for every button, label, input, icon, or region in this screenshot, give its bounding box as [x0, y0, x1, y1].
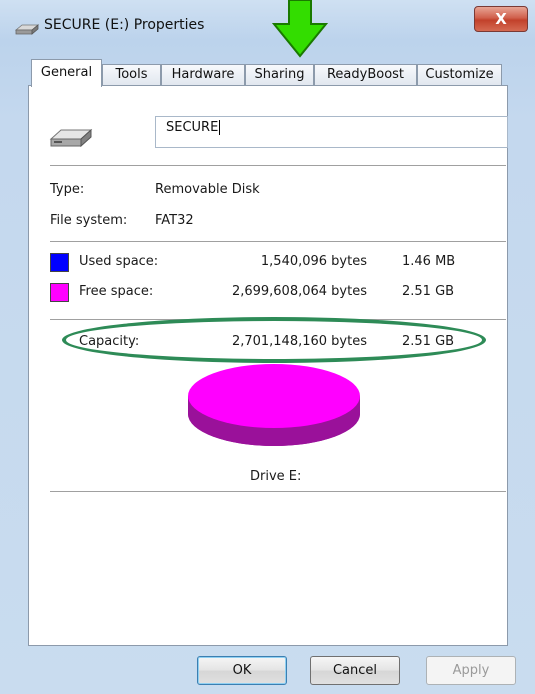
tab-label: Hardware	[171, 67, 235, 82]
free-space-bytes: 2,699,608,064 bytes	[231, 284, 367, 299]
used-space-size: 1.46 MB	[402, 254, 456, 269]
apply-button[interactable]: Apply	[426, 656, 516, 685]
disk-usage-pie	[188, 364, 360, 446]
cancel-button[interactable]: Cancel	[310, 656, 400, 685]
used-space-swatch	[50, 253, 69, 272]
type-value: Removable Disk	[155, 182, 260, 197]
used-space-bytes: 1,540,096 bytes	[260, 254, 367, 269]
title-bar[interactable]: SECURE (E:) Properties X	[0, 0, 535, 54]
type-label: Type:	[50, 182, 85, 197]
tab-label: General	[40, 65, 93, 80]
free-space-swatch	[50, 283, 69, 302]
used-space-label: Used space:	[79, 254, 159, 269]
tab-label: Customize	[425, 67, 494, 82]
drive-caption: Drive E:	[250, 469, 302, 484]
separator	[50, 491, 506, 492]
volume-label-text: SECURE	[166, 120, 219, 135]
close-icon: X	[495, 10, 507, 28]
tab-label: Tools	[115, 67, 148, 82]
tab-hardware[interactable]: Hardware	[161, 64, 245, 85]
pie-free-slice	[188, 364, 360, 428]
filesystem-label: File system:	[50, 213, 128, 228]
filesystem-value: FAT32	[155, 213, 194, 228]
general-tab-panel: SECURE Type: Removable Disk File system:…	[28, 85, 508, 646]
volume-label-input[interactable]: SECURE	[155, 116, 508, 148]
tab-tools[interactable]: Tools	[102, 64, 161, 85]
separator	[50, 241, 506, 242]
window-title: SECURE (E:) Properties	[44, 17, 205, 33]
properties-window: SECURE (E:) Properties X General Tools H…	[0, 0, 535, 694]
removable-drive-icon	[49, 128, 93, 148]
close-button[interactable]: X	[474, 6, 528, 32]
free-space-label: Free space:	[79, 284, 154, 299]
tab-sharing[interactable]: Sharing	[245, 64, 314, 85]
text-cursor	[219, 120, 221, 135]
tab-label: Sharing	[254, 67, 305, 82]
separator	[50, 165, 506, 166]
tab-customize[interactable]: Customize	[417, 64, 502, 85]
green-down-arrow-icon	[272, 0, 328, 58]
drive-icon	[14, 24, 40, 35]
tab-label: ReadyBoost	[326, 67, 405, 82]
tab-general[interactable]: General	[31, 59, 102, 87]
tab-readyboost[interactable]: ReadyBoost	[314, 64, 417, 85]
free-space-size: 2.51 GB	[402, 284, 455, 299]
ok-button[interactable]: OK	[197, 656, 287, 685]
